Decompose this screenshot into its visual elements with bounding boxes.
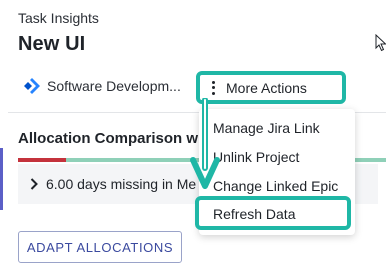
mouse-cursor-icon <box>375 34 386 52</box>
adapt-allocations-button[interactable]: ADAPT ALLOCATIONS <box>18 231 182 263</box>
chevron-right-icon <box>30 178 38 190</box>
header-label: Task Insights <box>18 10 99 26</box>
project-link[interactable]: Software Developm... <box>24 78 181 94</box>
jira-icon <box>24 78 40 94</box>
section-title: Allocation Comparison w <box>18 130 199 147</box>
progress-missing-segment <box>18 158 66 162</box>
project-name: Software Developm... <box>47 78 181 94</box>
left-accent-bar <box>0 148 3 210</box>
refresh-data-highlight <box>195 196 351 230</box>
kebab-icon <box>212 80 216 95</box>
more-actions-button[interactable]: More Actions <box>196 71 346 104</box>
missing-days-text: 6.00 days missing in Me <box>46 176 197 192</box>
menu-item-change-linked-epic[interactable]: Change Linked Epic <box>213 178 338 194</box>
menu-item-manage-jira-link[interactable]: Manage Jira Link <box>213 120 320 136</box>
page-title: New UI <box>18 33 86 55</box>
menu-item-unlink-project[interactable]: Unlink Project <box>213 149 299 165</box>
more-actions-label: More Actions <box>226 79 307 96</box>
